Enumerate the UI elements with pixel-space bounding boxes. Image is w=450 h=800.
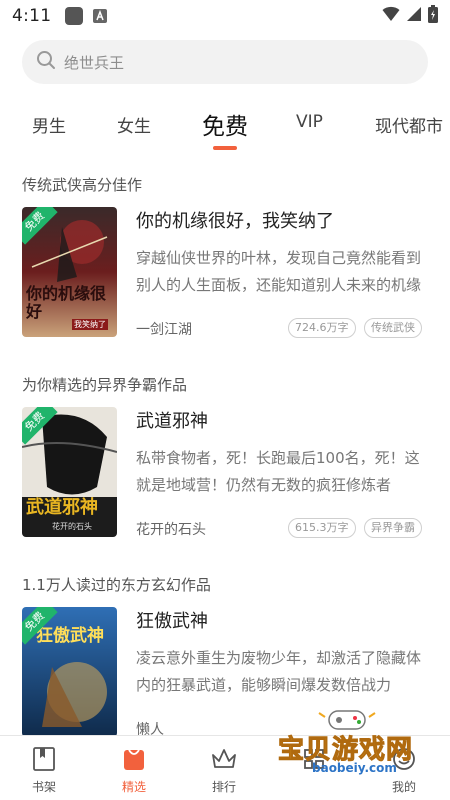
- search-bar[interactable]: 绝世兵王: [22, 40, 428, 84]
- nav-featured[interactable]: 精选: [104, 746, 164, 795]
- status-time: 4:11: [12, 6, 52, 26]
- battery-icon: [428, 5, 438, 27]
- nav-label: 书架: [31, 780, 56, 794]
- site-watermark: 宝贝游戏网 baobeiy.com: [272, 705, 422, 785]
- section-title: 为你精选的异界争霸作品: [22, 376, 188, 394]
- search-icon: [36, 50, 56, 74]
- cover-title: 你的机缘很好: [26, 284, 107, 321]
- nav-ranking[interactable]: 排行: [194, 746, 254, 795]
- book-author: 花开的石头: [136, 522, 206, 538]
- cover-subtitle: 我笑纳了: [72, 319, 108, 330]
- book-card[interactable]: 武道邪神 花开的石头 免费 武道邪神 私带食物者，死！长跑最后100名，死！这就…: [22, 407, 428, 538]
- book-title: 你的机缘很好，我笑纳了: [136, 211, 334, 232]
- ranking-crown-icon: [194, 746, 254, 772]
- cover-title: 狂傲武神: [36, 626, 104, 646]
- nav-label: 精选: [121, 780, 146, 794]
- word-count-tag: 615.3万字: [288, 518, 356, 538]
- category-tabs: 男生 女生 免费 VIP 现代都市: [0, 100, 450, 150]
- book-card[interactable]: 你的机缘很好 我笑纳了 免费 你的机缘很好，我笑纳了 穿越仙侠世界的叶林，发现自…: [22, 207, 428, 338]
- wifi-icon: [382, 6, 400, 26]
- notification-app-icon: [65, 7, 84, 25]
- tab-male[interactable]: 男生: [32, 112, 66, 137]
- bookshelf-icon: [14, 746, 74, 772]
- notification-a-icon: [93, 9, 108, 23]
- cover-subtitle: 花开的石头: [52, 522, 92, 531]
- book-description: 穿越仙侠世界的叶林，发现自己竟然能看到别人的人生面板，还能知道别人未来的机缘: [136, 249, 422, 294]
- tab-modern-city[interactable]: 现代都市: [375, 112, 443, 137]
- word-count-tag: 724.6万字: [288, 318, 356, 338]
- nav-label: 排行: [211, 780, 236, 794]
- genre-tag: 异界争霸: [364, 518, 422, 538]
- book-cover[interactable]: 你的机缘很好 我笑纳了 免费: [22, 207, 117, 337]
- nav-bookshelf[interactable]: 书架: [14, 746, 74, 795]
- status-bar: 4:11: [0, 0, 450, 32]
- featured-icon: [104, 746, 164, 772]
- book-author: 一剑江湖: [136, 322, 192, 338]
- book-description: 私带食物者，死！长跑最后100名，死！这就是地域营！仍然有无数的疯狂修炼者: [136, 449, 420, 494]
- book-cover[interactable]: 狂傲武神 免费: [22, 607, 117, 737]
- cover-title: 武道邪神: [26, 497, 98, 518]
- book-title: 武道邪神: [136, 411, 208, 432]
- book-cover[interactable]: 武道邪神 花开的石头 免费: [22, 407, 117, 537]
- section-title: 传统武侠高分佳作: [22, 176, 143, 194]
- tab-vip[interactable]: VIP: [296, 112, 323, 132]
- search-placeholder: 绝世兵王: [64, 53, 125, 72]
- tab-female[interactable]: 女生: [117, 112, 151, 137]
- tab-free[interactable]: 免费: [202, 107, 248, 141]
- book-description: 凌云意外重生为废物少年，却激活了隐藏体内的狂暴武道，能够瞬间爆发数倍战力: [136, 649, 422, 694]
- signal-icon: [406, 6, 422, 26]
- section-title: 1.1万人读过的东方玄幻作品: [22, 576, 211, 594]
- book-title: 狂傲武神: [136, 611, 208, 632]
- genre-tag: 传统武侠: [364, 318, 422, 338]
- watermark-url: baobeiy.com: [312, 761, 397, 775]
- active-tab-indicator: [213, 146, 237, 150]
